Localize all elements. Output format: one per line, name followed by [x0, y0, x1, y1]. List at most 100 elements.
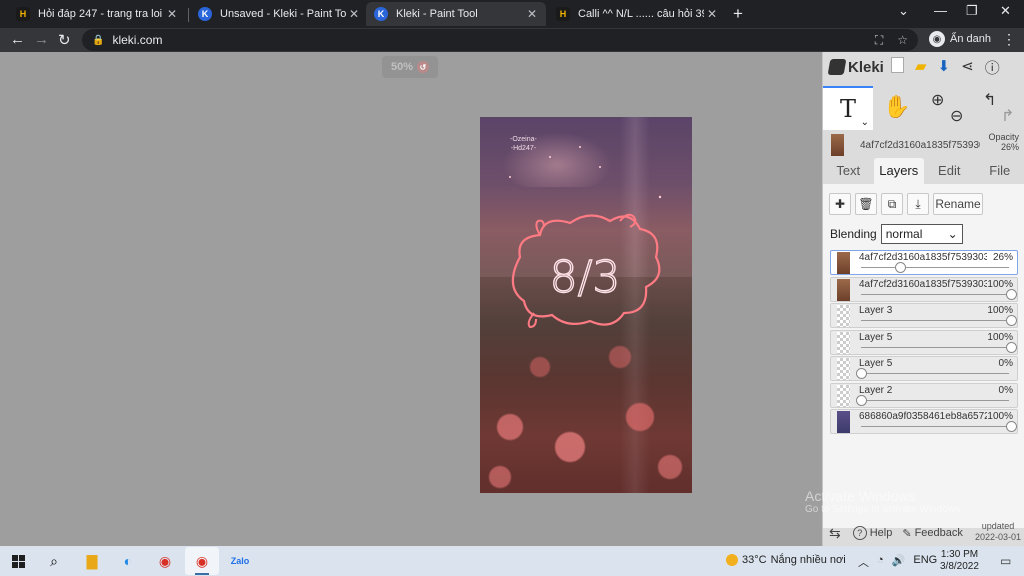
lock-icon[interactable]: 🔒	[92, 35, 104, 46]
browser-tab-hoidap[interactable]: H Hỏi đáp 247 - trang tra loi ✕	[8, 2, 186, 26]
hand-tool-icon[interactable]: ✋	[883, 94, 910, 120]
drawing-canvas-area[interactable]: 50% ↺ -Ozeina- -Hd247- 8/3	[0, 52, 822, 546]
artwork-image[interactable]: -Ozeina- -Hd247- 8/3	[480, 117, 692, 493]
incognito-profile-button[interactable]: ◉ Ẩn danh	[929, 31, 991, 47]
translate-icon[interactable]: ⛶	[875, 33, 883, 48]
tab-file[interactable]: File	[975, 158, 1024, 184]
open-folder-icon[interactable]: ▰	[915, 57, 927, 78]
bookmark-star-icon[interactable]: ☆	[897, 33, 908, 48]
weather-widget[interactable]: 33°C Nắng nhiều nơi	[726, 554, 846, 566]
panel-tabs: Text Layers Edit File	[823, 158, 1024, 184]
close-tab-icon[interactable]: ✕	[524, 7, 540, 21]
url-text: kleki.com	[112, 33, 163, 47]
clock-date: 3/8/2022	[940, 561, 979, 572]
help-link[interactable]: ? Help	[852, 526, 892, 540]
new-image-icon[interactable]	[891, 57, 904, 73]
start-button[interactable]	[8, 551, 28, 571]
opacity-slider-handle[interactable]	[1006, 421, 1017, 432]
chevron-up-icon[interactable]: ︿	[858, 554, 869, 570]
back-icon[interactable]: ←	[10, 31, 25, 48]
layer-row[interactable]: 4af7cf2d3160a1835f7539303 26%	[830, 250, 1018, 275]
opacity-slider-handle[interactable]	[895, 262, 906, 273]
reload-icon[interactable]: ↻	[58, 31, 71, 49]
tab-layers[interactable]: Layers	[873, 158, 924, 184]
weather-temperature: 33°C	[742, 554, 767, 566]
rename-layer-button[interactable]: Rename	[933, 193, 983, 215]
zoom-in-icon[interactable]: ⊕	[931, 90, 944, 110]
opacity-slider-handle[interactable]	[1006, 315, 1017, 326]
zalo-icon[interactable]: Zalo	[230, 551, 250, 571]
panel-footer: ⇆ ? Help ✎ Feedback updated 2022-03-01	[823, 520, 1024, 546]
close-window-icon[interactable]: ✕	[1000, 3, 1011, 19]
volume-icon[interactable]: 🔊	[892, 554, 906, 570]
close-tab-icon[interactable]: ✕	[164, 7, 180, 21]
download-icon[interactable]: ⬇	[938, 57, 951, 78]
opacity-slider-handle[interactable]	[1006, 288, 1017, 300]
layer-row[interactable]: Layer 2 0%	[830, 382, 1018, 408]
current-layer-name: 4af7cf2d3160a1835f7539303	[860, 139, 980, 151]
browser-tab-bar: H Hỏi đáp 247 - trang tra loi ✕ K Unsave…	[0, 0, 1024, 28]
layer-row[interactable]: 686860a9f0358461eb8a6572 100%	[830, 409, 1018, 434]
undo-icon[interactable]: ↰	[983, 90, 996, 110]
network-icon[interactable]: ◔	[877, 554, 884, 570]
layer-name: Layer 3	[859, 305, 893, 316]
opacity-slider-track[interactable]	[861, 426, 1009, 427]
opacity-slider-handle[interactable]	[1006, 341, 1017, 353]
tab-text[interactable]: Text	[823, 158, 874, 184]
restore-icon[interactable]: ❐	[966, 3, 978, 19]
browser-tab-calli[interactable]: H Calli ^^ N/L ...... câu hỏi 3990922 ✕	[548, 2, 726, 26]
language-indicator[interactable]: ENG	[913, 554, 937, 570]
h247-favicon-icon: H	[16, 7, 30, 21]
chrome-icon[interactable]: ◉	[155, 551, 175, 571]
clock[interactable]: 1:30 PM 3/8/2022	[940, 549, 979, 573]
layer-thumbnail	[837, 384, 850, 407]
feedback-link[interactable]: ✎ Feedback	[902, 527, 963, 540]
layer-row[interactable]: Layer 5 100%	[830, 329, 1018, 355]
minimize-icon[interactable]: —	[934, 3, 947, 18]
file-explorer-icon[interactable]: ▇	[82, 551, 102, 571]
search-icon[interactable]: ⌕	[44, 551, 64, 571]
layer-row[interactable]: Layer 5 0%	[830, 356, 1018, 381]
add-layer-button[interactable]: ✚	[829, 193, 851, 215]
chrome-incognito-icon[interactable]: ◉	[192, 551, 212, 571]
browser-tab-unsaved-kleki[interactable]: K Unsaved - Kleki - Paint Tool ✕	[190, 2, 368, 26]
layer-thumbnail	[837, 411, 850, 433]
reset-zoom-icon[interactable]: ↺	[417, 61, 430, 73]
layer-row[interactable]: Layer 3 100%	[830, 303, 1018, 328]
opacity-slider-track[interactable]	[861, 346, 1009, 348]
layer-row[interactable]: 4af7cf2d3160a1835f7539303 100%	[830, 276, 1018, 302]
merge-layer-button[interactable]: ⤓	[907, 193, 929, 215]
edge-browser-icon[interactable]: ◐	[118, 551, 138, 571]
chevron-down-icon[interactable]: ⌄	[861, 117, 869, 128]
help-icon[interactable]: ⓘ	[985, 57, 1000, 78]
redo-icon[interactable]: ↱	[1001, 106, 1014, 126]
new-tab-button[interactable]: +	[733, 4, 743, 24]
opacity-slider-track[interactable]	[861, 267, 1009, 268]
opacity-slider-track[interactable]	[861, 293, 1009, 295]
tab-edit[interactable]: Edit	[924, 158, 975, 184]
delete-layer-button[interactable]: 🗑	[855, 193, 877, 215]
blending-label: Blending	[830, 227, 877, 241]
blending-mode-select[interactable]: normal ⌄	[880, 224, 963, 244]
forward-icon[interactable]: →	[34, 31, 49, 48]
swap-side-icon[interactable]: ⇆	[829, 525, 841, 542]
zoom-out-icon[interactable]: ⊖	[950, 106, 963, 126]
address-bar[interactable]: 🔒 kleki.com ⛶ ☆	[82, 29, 918, 51]
opacity-slider-track[interactable]	[861, 320, 1009, 321]
kleki-logo[interactable]: Kleki	[827, 59, 884, 76]
notification-icon[interactable]: ▭	[1000, 554, 1011, 568]
text-tool-button[interactable]: T ⌄	[823, 86, 873, 130]
opacity-slider-handle[interactable]	[856, 368, 867, 379]
duplicate-layer-button[interactable]: ⧉	[881, 193, 903, 215]
layer-thumbnail	[837, 252, 850, 274]
browser-tab-kleki-active[interactable]: K Kleki - Paint Tool ✕	[366, 2, 546, 26]
close-tab-icon[interactable]: ✕	[346, 7, 362, 21]
opacity-slider-track[interactable]	[861, 399, 1009, 401]
opacity-slider-handle[interactable]	[856, 394, 867, 406]
opacity-slider-track[interactable]	[861, 373, 1009, 374]
close-tab-icon[interactable]: ✕	[704, 7, 720, 21]
tab-search-icon[interactable]: ⌄	[898, 3, 909, 19]
layer-name: 4af7cf2d3160a1835f7539303	[859, 278, 987, 290]
browser-menu-icon[interactable]: ⋮	[1002, 31, 1016, 48]
share-icon[interactable]: ⋖	[961, 57, 974, 78]
